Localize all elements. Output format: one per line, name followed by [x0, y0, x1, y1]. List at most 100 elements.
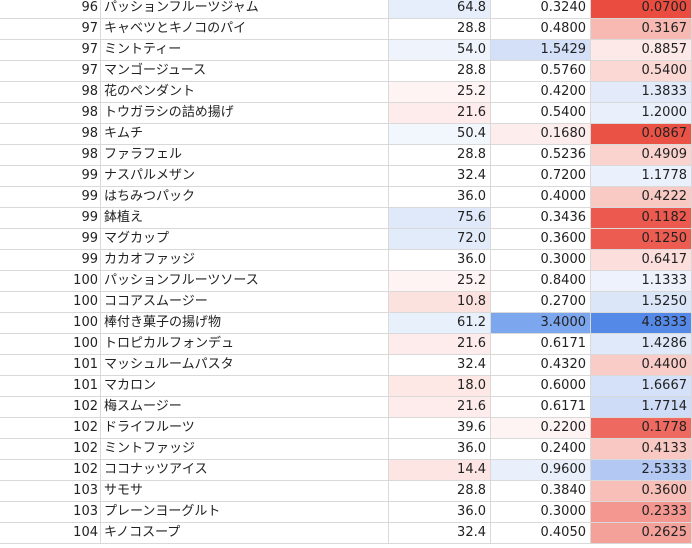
cell-value-2[interactable]: 0.7200: [491, 166, 591, 187]
cell-name[interactable]: ミントファッジ: [101, 439, 389, 460]
cell-value-2[interactable]: 3.4000: [491, 313, 591, 334]
cell-value-1[interactable]: 36.0: [389, 439, 491, 460]
cell-value-2[interactable]: 0.5236: [491, 145, 591, 166]
cell-value-3[interactable]: 4.8333: [591, 313, 692, 334]
cell-value-2[interactable]: 0.5400: [491, 103, 591, 124]
cell-name[interactable]: 鉢植え: [101, 208, 389, 229]
cell-id[interactable]: 99: [0, 250, 101, 271]
cell-value-3[interactable]: 0.2625: [591, 523, 692, 544]
cell-id[interactable]: 98: [0, 103, 101, 124]
cell-value-2[interactable]: 0.2700: [491, 292, 591, 313]
cell-id[interactable]: 100: [0, 334, 101, 355]
cell-value-3[interactable]: 0.8857: [591, 40, 692, 61]
cell-id[interactable]: 103: [0, 481, 101, 502]
cell-value-1[interactable]: 10.8: [389, 292, 491, 313]
cell-value-1[interactable]: 28.8: [389, 145, 491, 166]
cell-id[interactable]: 102: [0, 460, 101, 481]
cell-value-1[interactable]: 25.2: [389, 82, 491, 103]
cell-value-1[interactable]: 28.8: [389, 19, 491, 40]
cell-id[interactable]: 101: [0, 376, 101, 397]
cell-value-2[interactable]: 0.3436: [491, 208, 591, 229]
cell-value-2[interactable]: 0.3000: [491, 502, 591, 523]
cell-value-3[interactable]: 0.2333: [591, 502, 692, 523]
cell-value-3[interactable]: 0.3167: [591, 19, 692, 40]
cell-name[interactable]: マンゴージュース: [101, 61, 389, 82]
cell-value-1[interactable]: 21.6: [389, 103, 491, 124]
cell-value-2[interactable]: 0.5760: [491, 61, 591, 82]
cell-value-1[interactable]: 36.0: [389, 250, 491, 271]
cell-name[interactable]: キノコスープ: [101, 523, 389, 544]
cell-id[interactable]: 104: [0, 523, 101, 544]
cell-value-3[interactable]: 1.2000: [591, 103, 692, 124]
cell-name[interactable]: ドライフルーツ: [101, 418, 389, 439]
cell-value-3[interactable]: 0.1182: [591, 208, 692, 229]
cell-value-2[interactable]: 1.5429: [491, 40, 591, 61]
cell-value-2[interactable]: 0.6171: [491, 397, 591, 418]
cell-value-3[interactable]: 1.1333: [591, 271, 692, 292]
cell-value-1[interactable]: 61.2: [389, 313, 491, 334]
cell-value-3[interactable]: 0.5400: [591, 61, 692, 82]
cell-value-2[interactable]: 0.4050: [491, 523, 591, 544]
cell-id[interactable]: 97: [0, 40, 101, 61]
cell-name[interactable]: ミントティー: [101, 40, 389, 61]
cell-id[interactable]: 100: [0, 292, 101, 313]
cell-id[interactable]: 97: [0, 61, 101, 82]
cell-name[interactable]: はちみつパック: [101, 187, 389, 208]
cell-id[interactable]: 100: [0, 313, 101, 334]
cell-id[interactable]: 97: [0, 19, 101, 40]
cell-value-1[interactable]: 39.6: [389, 418, 491, 439]
cell-value-2[interactable]: 0.6000: [491, 376, 591, 397]
cell-id[interactable]: 99: [0, 166, 101, 187]
cell-name[interactable]: プレーンヨーグルト: [101, 502, 389, 523]
cell-value-3[interactable]: 1.6667: [591, 376, 692, 397]
cell-value-1[interactable]: 32.4: [389, 523, 491, 544]
cell-value-1[interactable]: 64.8: [389, 0, 491, 19]
cell-value-3[interactable]: 0.4222: [591, 187, 692, 208]
cell-id[interactable]: 102: [0, 418, 101, 439]
cell-name[interactable]: 花のペンダント: [101, 82, 389, 103]
cell-value-1[interactable]: 32.4: [389, 166, 491, 187]
cell-value-3[interactable]: 2.5333: [591, 460, 692, 481]
cell-value-1[interactable]: 75.6: [389, 208, 491, 229]
cell-value-1[interactable]: 21.6: [389, 334, 491, 355]
cell-value-3[interactable]: 1.7714: [591, 397, 692, 418]
cell-value-3[interactable]: 1.1778: [591, 166, 692, 187]
cell-name[interactable]: トウガラシの詰め揚げ: [101, 103, 389, 124]
cell-id[interactable]: 99: [0, 208, 101, 229]
cell-name[interactable]: パッションフルーツジャム: [101, 0, 389, 19]
cell-value-2[interactable]: 0.4000: [491, 187, 591, 208]
cell-value-3[interactable]: 0.0867: [591, 124, 692, 145]
cell-name[interactable]: 梅スムージー: [101, 397, 389, 418]
cell-name[interactable]: 棒付き菓子の揚げ物: [101, 313, 389, 334]
cell-value-2[interactable]: 0.2200: [491, 418, 591, 439]
cell-name[interactable]: キムチ: [101, 124, 389, 145]
cell-value-2[interactable]: 0.3240: [491, 0, 591, 19]
cell-value-3[interactable]: 1.5250: [591, 292, 692, 313]
cell-value-2[interactable]: 0.9600: [491, 460, 591, 481]
cell-value-3[interactable]: 0.6417: [591, 250, 692, 271]
cell-id[interactable]: 102: [0, 439, 101, 460]
cell-name[interactable]: ココナッツアイス: [101, 460, 389, 481]
cell-id[interactable]: 102: [0, 397, 101, 418]
cell-id[interactable]: 96: [0, 0, 101, 19]
cell-value-1[interactable]: 72.0: [389, 229, 491, 250]
cell-value-2[interactable]: 0.3000: [491, 250, 591, 271]
cell-name[interactable]: ココアスムージー: [101, 292, 389, 313]
cell-id[interactable]: 100: [0, 271, 101, 292]
cell-value-2[interactable]: 0.6171: [491, 334, 591, 355]
cell-value-2[interactable]: 0.8400: [491, 271, 591, 292]
cell-value-2[interactable]: 0.4800: [491, 19, 591, 40]
cell-name[interactable]: トロピカルフォンデュ: [101, 334, 389, 355]
cell-value-1[interactable]: 36.0: [389, 187, 491, 208]
cell-value-1[interactable]: 36.0: [389, 502, 491, 523]
cell-value-3[interactable]: 0.1778: [591, 418, 692, 439]
cell-name[interactable]: カカオファッジ: [101, 250, 389, 271]
cell-value-3[interactable]: 0.4133: [591, 439, 692, 460]
cell-value-3[interactable]: 0.0700: [591, 0, 692, 19]
cell-name[interactable]: パッションフルーツソース: [101, 271, 389, 292]
cell-id[interactable]: 98: [0, 145, 101, 166]
cell-name[interactable]: ナスパルメザン: [101, 166, 389, 187]
cell-name[interactable]: マカロン: [101, 376, 389, 397]
cell-value-3[interactable]: 0.1250: [591, 229, 692, 250]
cell-value-3[interactable]: 1.3833: [591, 82, 692, 103]
